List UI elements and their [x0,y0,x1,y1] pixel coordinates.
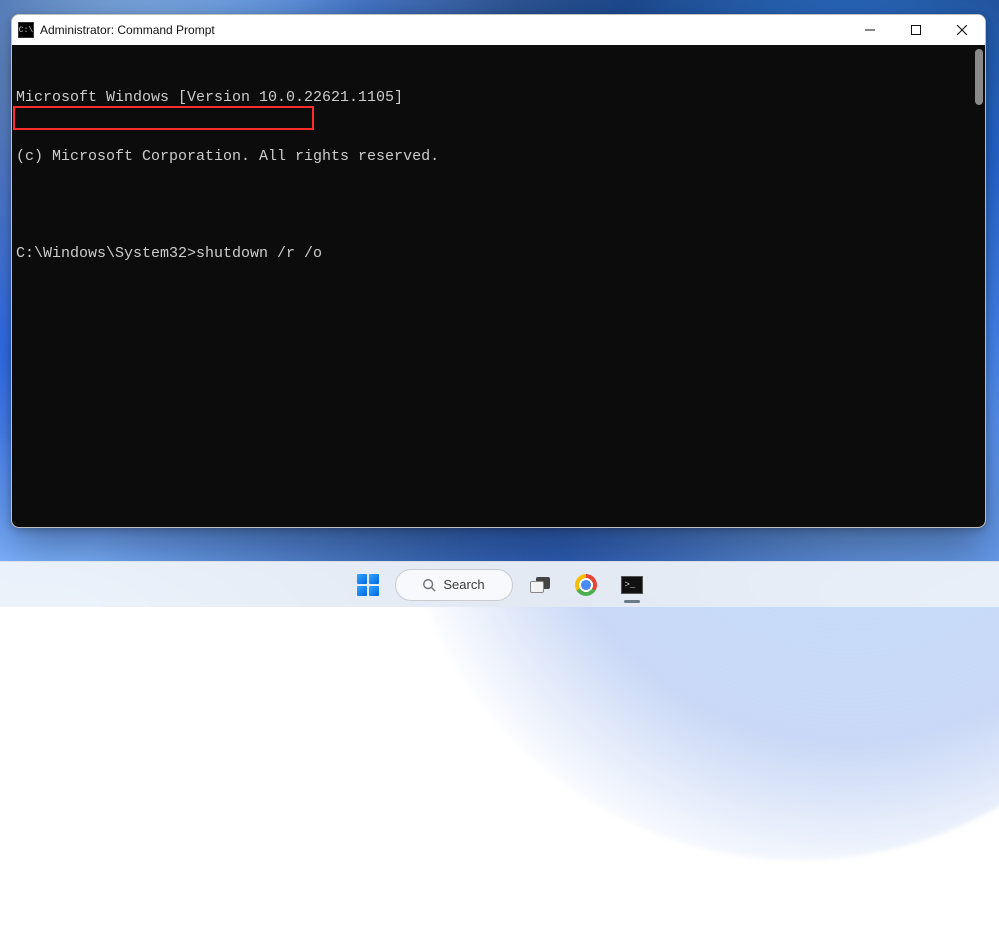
typed-command: shutdown /r /o [196,245,322,262]
minimize-icon [865,25,875,35]
command-prompt-icon: C:\ [18,22,34,38]
annotation-highlight-box [13,106,314,130]
search-label: Search [443,577,484,592]
minimize-button[interactable] [847,15,893,45]
close-icon [957,25,967,35]
window-controls [847,15,985,45]
task-view-button[interactable] [521,566,559,604]
maximize-button[interactable] [893,15,939,45]
taskbar: Search >_ [0,561,999,607]
terminal-area[interactable]: Microsoft Windows [Version 10.0.22621.11… [12,45,985,527]
taskbar-search[interactable]: Search [395,569,513,601]
chrome-icon [575,574,597,596]
terminal-output-line: Microsoft Windows [Version 10.0.22621.11… [14,88,985,108]
titlebar[interactable]: C:\ Administrator: Command Prompt [12,15,985,45]
command-prompt-taskbar-icon: >_ [621,576,643,594]
terminal-output-line: (c) Microsoft Corporation. All rights re… [14,147,985,167]
command-prompt-window: C:\ Administrator: Command Prompt Micros… [11,14,986,528]
task-view-icon [530,577,550,593]
window-title: Administrator: Command Prompt [40,23,215,37]
taskbar-app-chrome[interactable] [567,566,605,604]
windows-logo-icon [357,574,379,596]
prompt-path: C:\Windows\System32> [16,245,196,262]
start-button[interactable] [349,566,387,604]
scrollbar-thumb[interactable] [975,49,983,105]
terminal-prompt-line: C:\Windows\System32>shutdown /r /o [14,244,985,264]
search-icon [422,578,436,592]
maximize-icon [911,25,921,35]
taskbar-app-command-prompt[interactable]: >_ [613,566,651,604]
close-button[interactable] [939,15,985,45]
